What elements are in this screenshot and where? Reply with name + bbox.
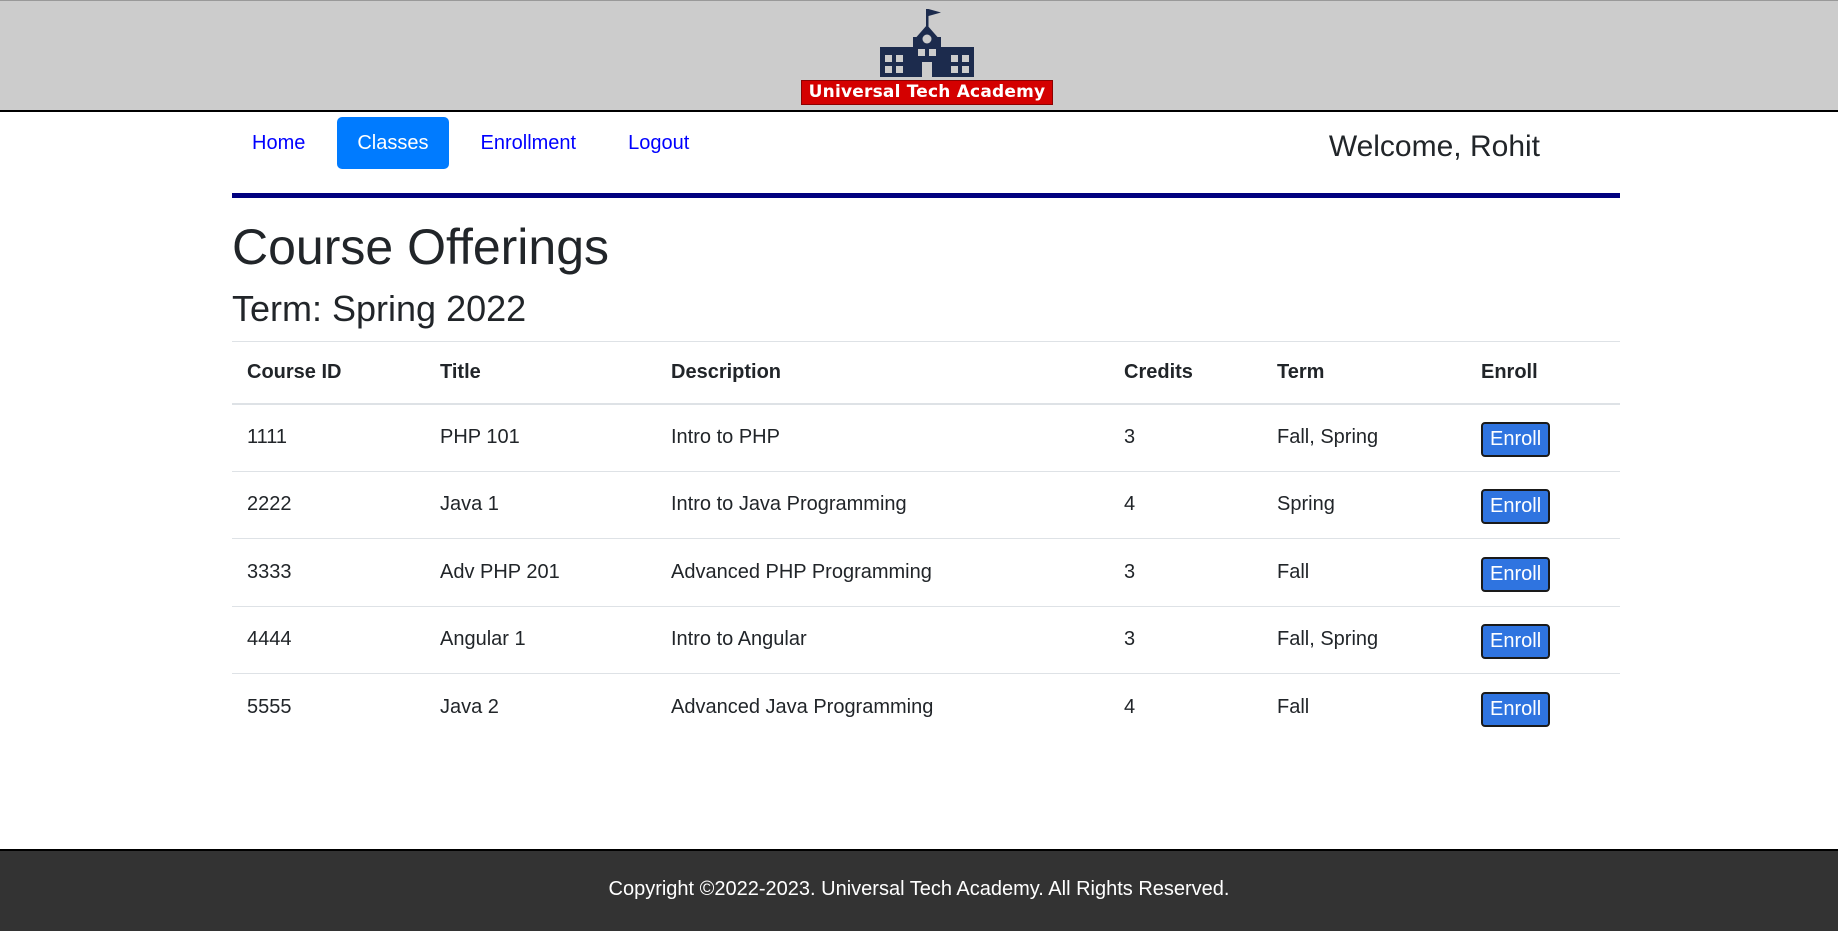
nav-logout-link[interactable]: Logout [608,117,709,169]
school-building-icon [880,9,974,77]
course-id-cell: 2222 [232,471,425,539]
course-credits-cell: 3 [1109,403,1262,472]
main-nav: Home Classes Enrollment Logout [232,117,721,169]
course-offerings-table: Course ID Title Description Credits Term… [232,341,1620,741]
course-credits-cell: 3 [1109,606,1262,674]
course-term-cell: Fall [1277,696,1310,718]
enroll-cell: Enroll [1466,538,1620,607]
course-credits-cell: 4 [1124,696,1136,718]
column-header-title: Title [425,341,656,405]
course-description-cell: Advanced PHP Programming [656,538,1109,607]
course-credits-cell: 3 [1109,538,1262,607]
table-header-row: Course ID Title Description Credits Term… [232,341,1620,405]
table-row: 4444 Angular 1 Intro to Angular 3 Fall, … [232,606,1620,674]
logo-banner-text: Universal Tech Academy [801,80,1053,105]
copyright-text: Copyright ©2022-2023. Universal Tech Aca… [608,878,1230,900]
course-term-cell: Fall [1262,538,1466,607]
course-id-cell: 3333 [232,538,425,607]
course-id-cell: 5555 [247,696,292,718]
course-title-cell: Adv PHP 201 [425,538,656,607]
course-title-cell: Java 1 [425,471,656,539]
course-term-cell: Fall, Spring [1262,403,1466,472]
nav-enrollment-link[interactable]: Enrollment [461,117,597,169]
table-row: 3333 Adv PHP 201 Advanced PHP Programmin… [232,538,1620,607]
enroll-cell: Enroll [1466,403,1620,472]
course-title-cell: Java 2 [440,696,499,718]
column-header-description: Description [656,341,1109,405]
enroll-button[interactable]: Enroll [1481,692,1551,727]
academy-logo[interactable]: Universal Tech Academy [801,7,1053,105]
nav-classes-link[interactable]: Classes [337,117,449,169]
term-heading: Term: Spring 2022 [232,288,527,329]
enroll-button[interactable]: Enroll [1481,556,1551,592]
enroll-button[interactable]: Enroll [1481,422,1551,457]
course-id-cell: 4444 [232,606,425,674]
table-row: 5555 Java 2 Advanced Java Programming 4 … [232,674,1620,742]
course-credits-cell: 4 [1109,471,1262,539]
enroll-cell: Enroll [1466,674,1620,742]
nav-home-link[interactable]: Home [232,117,325,169]
page-footer: Copyright ©2022-2023. Universal Tech Aca… [0,849,1838,931]
course-description-cell: Intro to Angular [656,606,1109,674]
course-id-cell: 1111 [232,403,425,472]
welcome-message: Welcome, Rohit [1328,130,1540,163]
column-header-course-id: Course ID [232,341,425,405]
top-header-bar: Universal Tech Academy [0,0,1838,112]
course-term-cell: Spring [1262,471,1466,539]
enroll-button[interactable]: Enroll [1481,624,1551,660]
course-term-cell: Fall, Spring [1262,606,1466,674]
page-title: Course Offerings [232,219,610,275]
column-header-enroll: Enroll [1466,341,1620,405]
course-description-cell: Intro to Java Programming [656,471,1109,539]
course-title-cell: PHP 101 [425,403,656,472]
table-row: 2222 Java 1 Intro to Java Programming 4 … [232,471,1620,539]
enroll-cell: Enroll [1466,606,1620,674]
course-description-cell: Advanced Java Programming [671,696,934,718]
column-header-term: Term [1262,341,1466,405]
course-title-cell: Angular 1 [425,606,656,674]
header-divider [232,193,1620,198]
column-header-credits: Credits [1109,341,1262,405]
table-row: 1111 PHP 101 Intro to PHP 3 Fall, Spring… [232,403,1620,472]
course-description-cell: Intro to PHP [656,403,1109,472]
enroll-button[interactable]: Enroll [1481,489,1551,525]
enroll-cell: Enroll [1466,471,1620,539]
